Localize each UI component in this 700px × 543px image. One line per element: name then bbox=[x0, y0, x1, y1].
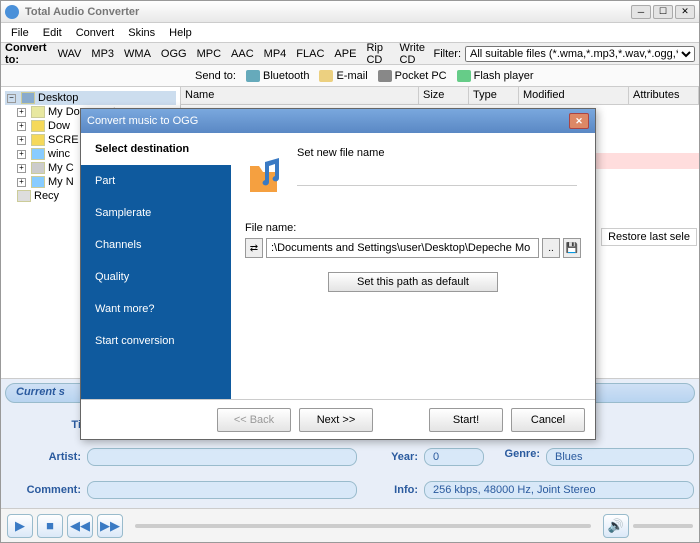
stop-button[interactable]: ■ bbox=[37, 514, 63, 538]
email-icon bbox=[319, 70, 333, 82]
flashplayer-icon bbox=[457, 70, 471, 82]
send-email[interactable]: E-mail bbox=[319, 70, 367, 82]
save-icon-button[interactable]: 💾 bbox=[563, 238, 581, 258]
col-size[interactable]: Size bbox=[419, 87, 469, 104]
player-bar: ▶ ■ ◀◀ ▶▶ 🔊 bbox=[1, 508, 699, 542]
convert-dialog: Convert music to OGG ✕ Select destinatio… bbox=[80, 108, 596, 440]
step-samplerate[interactable]: Samplerate bbox=[81, 197, 231, 229]
window-title: Total Audio Converter bbox=[25, 6, 631, 18]
menu-skins[interactable]: Skins bbox=[122, 25, 161, 41]
menu-convert[interactable]: Convert bbox=[70, 25, 121, 41]
send-flashplayer[interactable]: Flash player bbox=[457, 70, 534, 82]
col-modified[interactable]: Modified bbox=[519, 87, 629, 104]
format-ape[interactable]: APE bbox=[329, 46, 361, 62]
close-button[interactable]: ✕ bbox=[675, 5, 695, 19]
format-wma[interactable]: WMA bbox=[119, 46, 156, 62]
dialog-sidebar: Select destination Part Samplerate Chann… bbox=[81, 133, 231, 399]
play-button[interactable]: ▶ bbox=[7, 514, 33, 538]
minimize-button[interactable]: ─ bbox=[631, 5, 651, 19]
dialog-titlebar: Convert music to OGG ✕ bbox=[81, 109, 595, 133]
format-mp3[interactable]: MP3 bbox=[86, 46, 119, 62]
volume-button[interactable]: 🔊 bbox=[603, 514, 629, 538]
path-left-button[interactable]: ⇄ bbox=[245, 238, 263, 258]
year-label: Year: bbox=[363, 451, 418, 463]
send-label: Send to: bbox=[195, 70, 236, 82]
year-value: 0 bbox=[424, 448, 484, 466]
dialog-footer: << Back Next >> Start! Cancel bbox=[81, 399, 595, 439]
format-flac[interactable]: FLAC bbox=[291, 46, 329, 62]
format-aac[interactable]: AAC bbox=[226, 46, 259, 62]
browse-button[interactable]: .. bbox=[542, 238, 560, 258]
step-part[interactable]: Part bbox=[81, 165, 231, 197]
col-name[interactable]: Name bbox=[181, 87, 419, 104]
convert-toolbar: Convert to: WAV MP3 WMA OGG MPC AAC MP4 … bbox=[1, 43, 699, 65]
genre-value: Blues bbox=[546, 448, 694, 466]
format-mp4[interactable]: MP4 bbox=[259, 46, 292, 62]
restore-button[interactable]: Restore last sele bbox=[601, 228, 697, 246]
convert-label: Convert to: bbox=[5, 42, 47, 66]
menu-help[interactable]: Help bbox=[163, 25, 198, 41]
menu-file[interactable]: File bbox=[5, 25, 35, 41]
prev-button[interactable]: ◀◀ bbox=[67, 514, 93, 538]
back-button[interactable]: << Back bbox=[217, 408, 291, 432]
volume-slider[interactable] bbox=[633, 524, 693, 528]
file-list-header: Name Size Type Modified Attributes bbox=[181, 87, 699, 105]
info-label: Info: bbox=[363, 484, 418, 496]
maximize-button[interactable]: ☐ bbox=[653, 5, 673, 19]
format-ripcd[interactable]: Rip CD bbox=[361, 40, 394, 68]
format-mpc[interactable]: MPC bbox=[192, 46, 226, 62]
menubar: File Edit Convert Skins Help bbox=[1, 23, 699, 43]
menu-edit[interactable]: Edit bbox=[37, 25, 68, 41]
genre-label: Genre: bbox=[490, 448, 540, 466]
progress-slider[interactable] bbox=[135, 524, 591, 528]
set-default-button[interactable]: Set this path as default bbox=[328, 272, 498, 292]
dialog-main: Set new file name File name: ⇄ .. 💾 Set … bbox=[231, 133, 595, 399]
titlebar: Total Audio Converter ─ ☐ ✕ bbox=[1, 1, 699, 23]
artist-value bbox=[87, 448, 357, 466]
dialog-close-button[interactable]: ✕ bbox=[569, 113, 589, 129]
step-start[interactable]: Start conversion bbox=[81, 325, 231, 357]
cancel-button[interactable]: Cancel bbox=[511, 408, 585, 432]
start-button[interactable]: Start! bbox=[429, 408, 503, 432]
col-attributes[interactable]: Attributes bbox=[629, 87, 699, 104]
app-icon bbox=[5, 5, 19, 19]
comment-value bbox=[87, 481, 357, 499]
col-type[interactable]: Type bbox=[469, 87, 519, 104]
step-destination[interactable]: Select destination bbox=[81, 133, 231, 165]
music-folder-icon bbox=[245, 154, 287, 196]
info-value: 256 kbps, 48000 Hz, Joint Stereo bbox=[424, 481, 694, 499]
filename-input[interactable] bbox=[266, 238, 539, 258]
step-quality[interactable]: Quality bbox=[81, 261, 231, 293]
format-wav[interactable]: WAV bbox=[53, 46, 87, 62]
filter-label: Filter: bbox=[434, 48, 462, 60]
dialog-title: Convert music to OGG bbox=[87, 115, 569, 127]
send-toolbar: Send to: Bluetooth E-mail Pocket PC Flas… bbox=[1, 65, 699, 87]
format-writecd[interactable]: Write CD bbox=[395, 40, 434, 68]
dialog-header: Set new file name bbox=[297, 147, 577, 159]
step-wantmore[interactable]: Want more? bbox=[81, 293, 231, 325]
next-button[interactable]: Next >> bbox=[299, 408, 373, 432]
artist-label: Artist: bbox=[11, 451, 81, 463]
bluetooth-icon bbox=[246, 70, 260, 82]
pocketpc-icon bbox=[378, 70, 392, 82]
next-button[interactable]: ▶▶ bbox=[97, 514, 123, 538]
format-ogg[interactable]: OGG bbox=[156, 46, 192, 62]
comment-label: Comment: bbox=[11, 484, 81, 496]
title-label: Ti bbox=[11, 419, 81, 431]
tree-desktop[interactable]: −Desktop bbox=[5, 91, 176, 105]
send-pocketpc[interactable]: Pocket PC bbox=[378, 70, 447, 82]
filter-select[interactable]: All suitable files (*.wma,*.mp3,*.wav,*.… bbox=[465, 46, 695, 62]
send-bluetooth[interactable]: Bluetooth bbox=[246, 70, 309, 82]
filename-label: File name: bbox=[245, 222, 581, 234]
step-channels[interactable]: Channels bbox=[81, 229, 231, 261]
